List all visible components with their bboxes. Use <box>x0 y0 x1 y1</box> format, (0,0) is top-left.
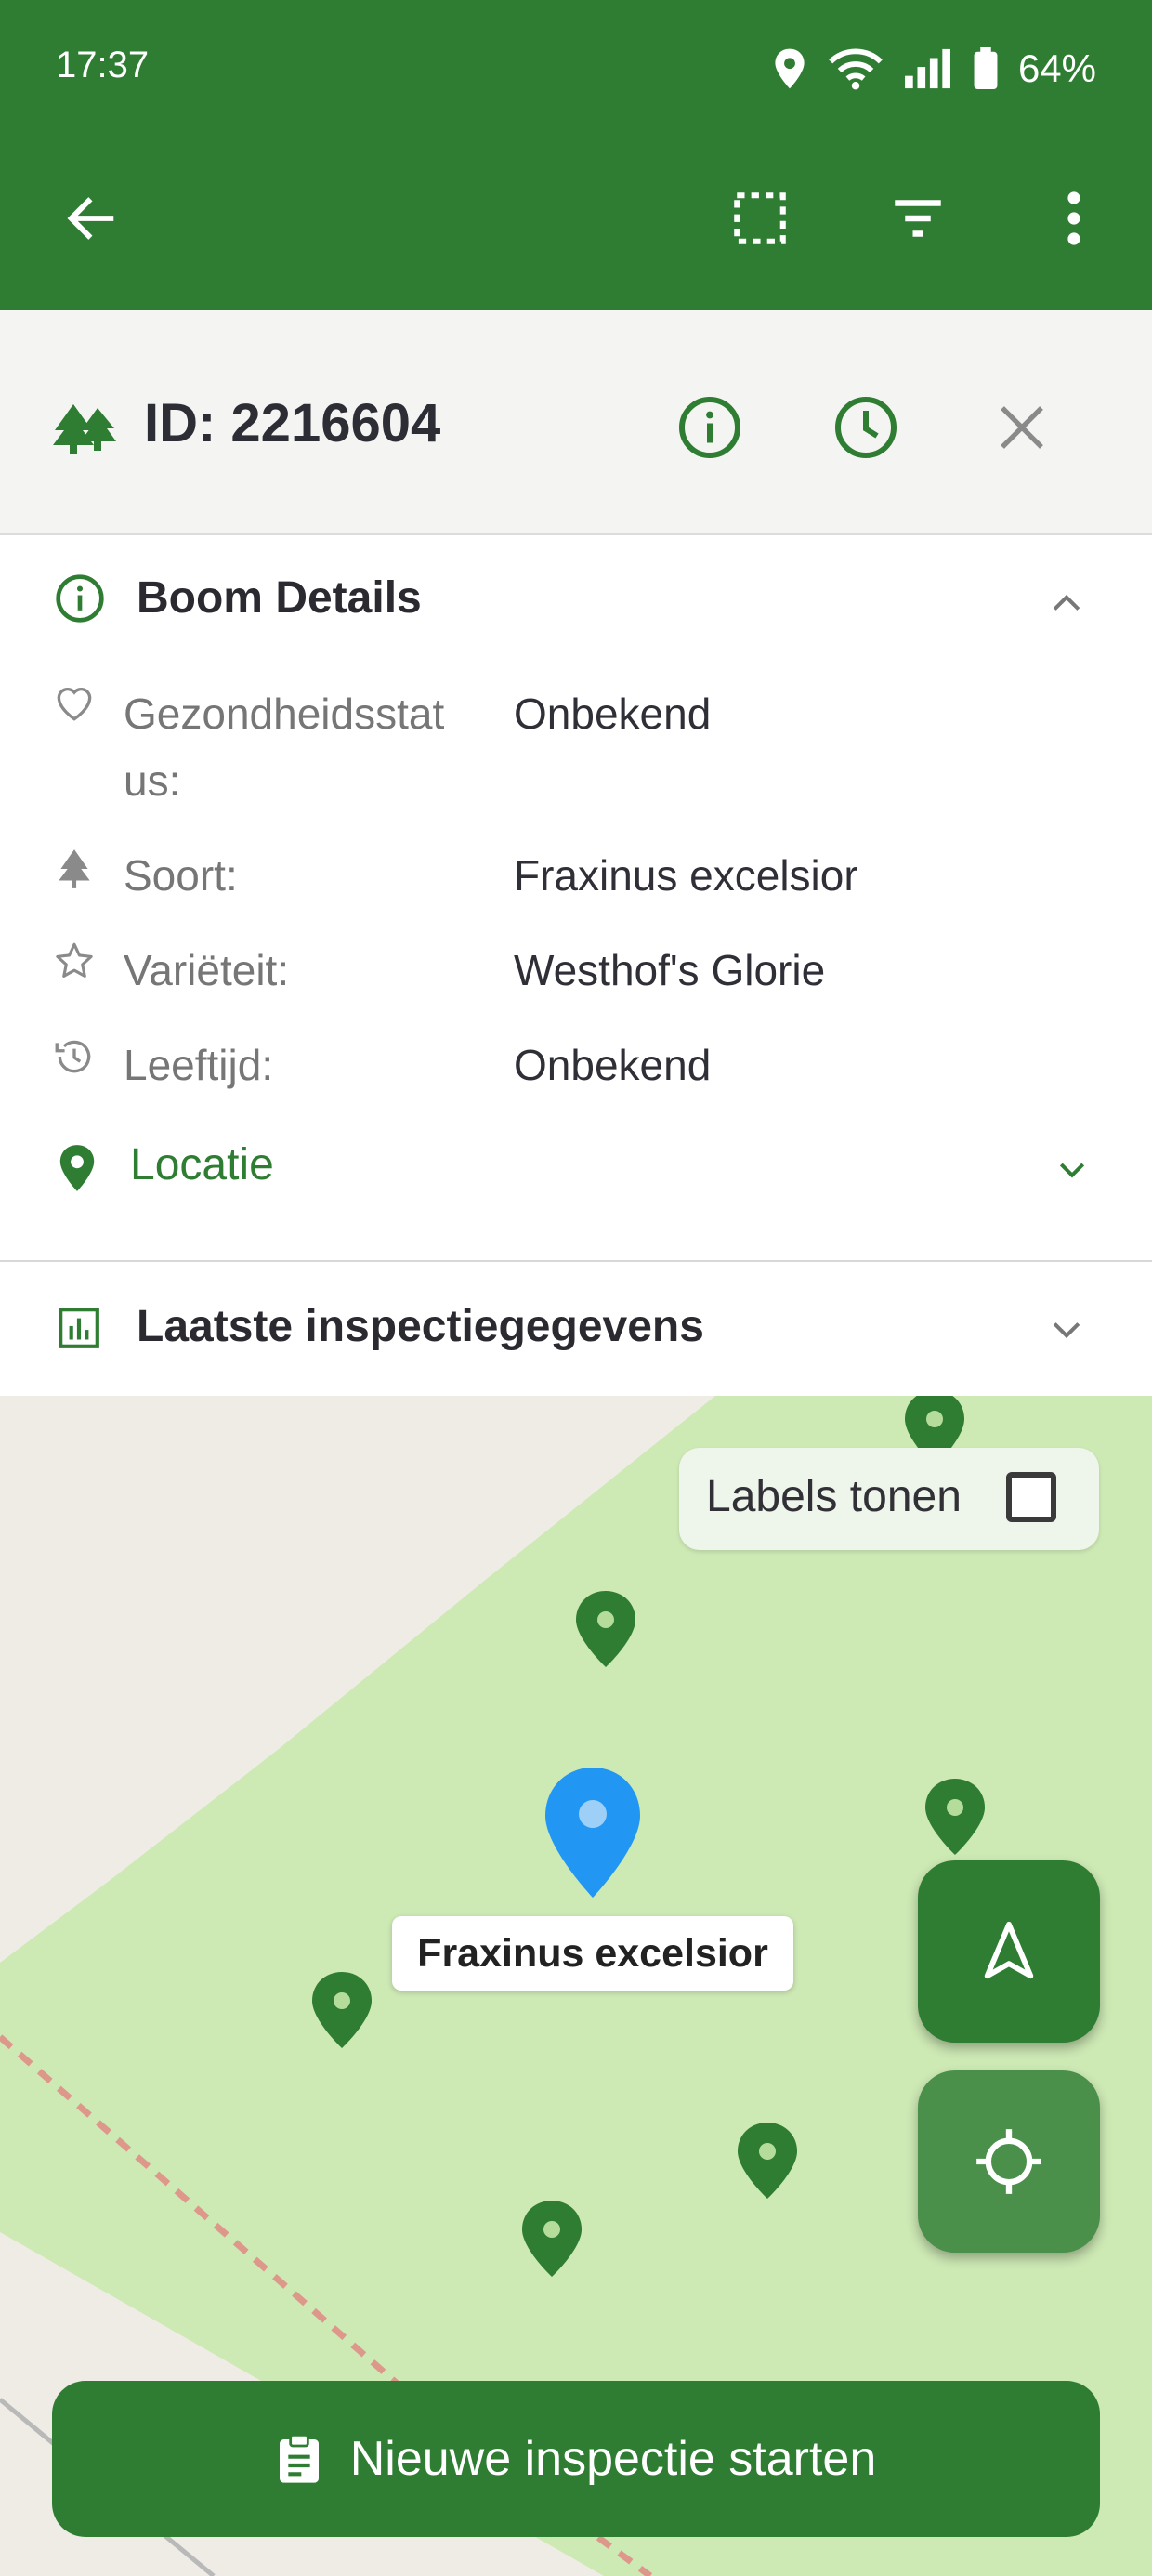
close-button[interactable] <box>988 394 1055 461</box>
select-area-button[interactable] <box>723 181 797 256</box>
info-outline-icon <box>56 574 104 623</box>
boom-details-title: Boom Details <box>137 573 422 623</box>
arrow-back-icon <box>67 197 114 240</box>
location-pin-icon <box>59 1145 95 1191</box>
my-location-button[interactable] <box>918 2070 1100 2253</box>
crosshair-icon <box>976 2129 1041 2194</box>
chevron-down-icon <box>1053 1322 1080 1339</box>
more-vert-icon <box>1067 191 1080 245</box>
species-label: Soort: <box>124 851 238 900</box>
history-button[interactable] <box>832 394 899 461</box>
age-value: Onbekend <box>514 1041 712 1089</box>
variety-label: Variëteit: <box>124 946 290 994</box>
health-status-label: Gezondheidsstat <box>124 690 445 738</box>
dashed-select-icon <box>734 192 786 244</box>
start-inspection-label: Nieuwe inspectie starten <box>349 2432 877 2486</box>
chevron-up-icon <box>1053 594 1080 611</box>
trees-icon <box>53 404 116 454</box>
battery-icon <box>974 47 998 90</box>
history-icon <box>55 1040 91 1073</box>
more-options-button[interactable] <box>1037 181 1111 256</box>
chevron-down-icon <box>1059 1163 1085 1178</box>
health-status-value: Onbekend <box>514 690 712 738</box>
clock-icon <box>835 397 897 458</box>
filter-button[interactable] <box>881 181 955 256</box>
labels-checkbox[interactable] <box>1006 1472 1056 1522</box>
heart-icon <box>57 688 92 721</box>
wifi-icon <box>829 48 883 90</box>
info-icon <box>679 397 740 458</box>
species-value: Fraxinus excelsior <box>514 851 858 900</box>
info-button[interactable] <box>676 394 743 461</box>
selected-tree-label: Fraxinus excelsior <box>392 1916 793 1991</box>
inspection-data-title: Laatste inspectiegegevens <box>137 1302 704 1351</box>
star-icon <box>56 942 93 978</box>
location-label: Locatie <box>130 1140 274 1189</box>
navigate-button[interactable] <box>918 1860 1100 2043</box>
start-inspection-button[interactable]: Nieuwe inspectie starten <box>52 2381 1100 2537</box>
bar-chart-icon <box>59 1308 99 1348</box>
status-icons: 64% <box>771 43 1096 95</box>
tree-icon <box>59 849 90 888</box>
age-label: Leeftijd: <box>124 1041 274 1089</box>
filter-icon <box>895 200 941 237</box>
variety-value: Westhof's Glorie <box>514 946 826 994</box>
status-time: 17:37 <box>56 45 150 85</box>
clipboard-icon <box>279 2433 319 2483</box>
signal-icon <box>905 48 950 89</box>
back-button[interactable] <box>54 181 128 256</box>
navigation-arrow-icon <box>984 1921 1034 1979</box>
close-icon <box>1001 406 1043 449</box>
tree-id: ID: 2216604 <box>144 393 441 453</box>
location-status-icon <box>775 48 805 89</box>
labels-toggle-text: Labels tonen <box>706 1472 962 1521</box>
battery-percentage: 64% <box>1017 46 1096 90</box>
health-status-label-cont: us: <box>124 756 181 805</box>
